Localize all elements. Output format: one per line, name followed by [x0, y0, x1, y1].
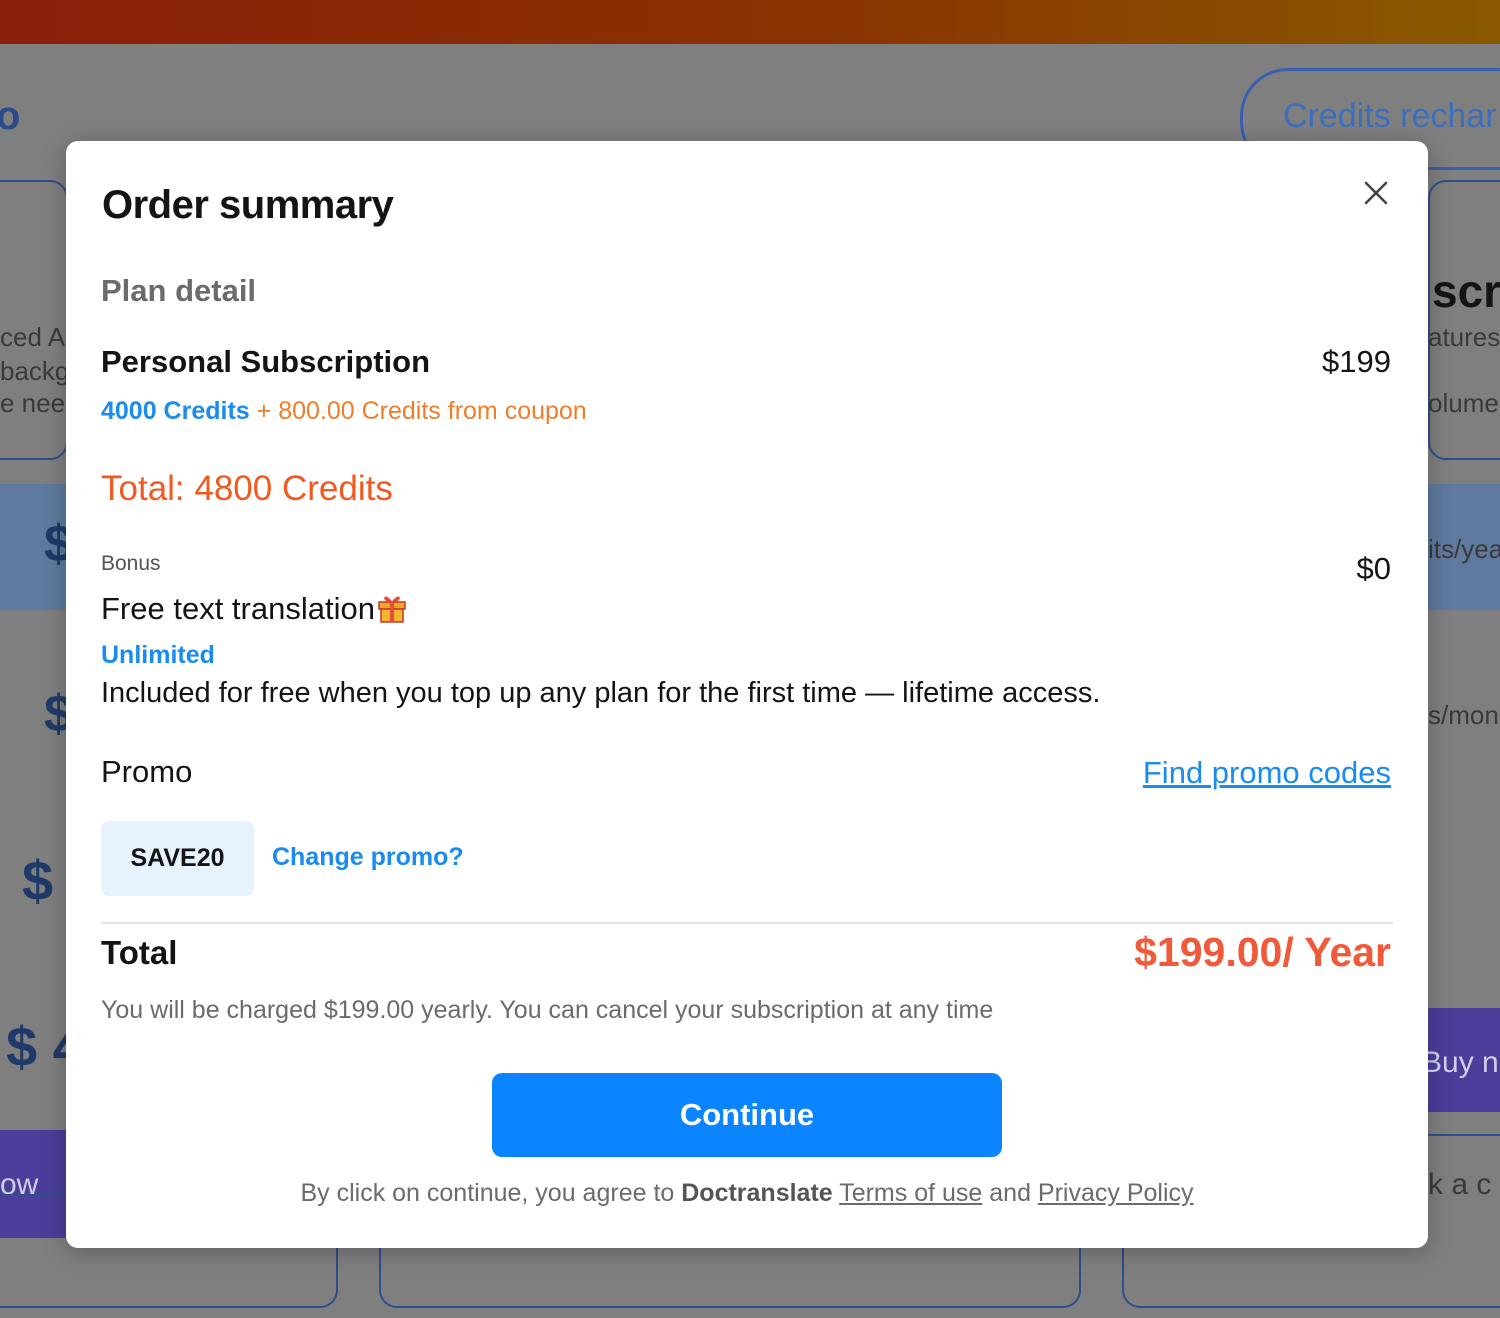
terms-of-use-link[interactable]: Terms of use: [839, 1179, 982, 1207]
promo-code-chip: SAVE20: [101, 821, 254, 896]
total-label: Total: [101, 934, 178, 971]
unlimited-label: Unlimited: [101, 641, 215, 669]
continue-button[interactable]: Continue: [492, 1073, 1002, 1157]
bg-fragment: Buy no: [1422, 1046, 1500, 1079]
top-banner: [0, 0, 1500, 44]
bg-fragment: $: [22, 849, 54, 912]
privacy-policy-link[interactable]: Privacy Policy: [1038, 1179, 1194, 1207]
bonus-label: Bonus: [101, 552, 161, 575]
order-summary-modal: Order summary Plan detail Personal Subsc…: [66, 141, 1428, 1248]
modal-title: Order summary: [102, 183, 394, 227]
bonus-name: Free text translation: [101, 591, 375, 626]
charge-note: You will be charged $199.00 yearly. You …: [101, 996, 994, 1024]
bonus-name-row: Free text translation: [101, 591, 407, 627]
bg-fragment: ced AI: [0, 322, 73, 352]
promo-code: SAVE20: [130, 844, 225, 872]
bg-fragment: its/yea: [1428, 534, 1500, 564]
bg-fragment: o: [0, 94, 21, 138]
bg-fragment: olume: [1428, 388, 1499, 418]
change-promo-link[interactable]: Change promo?: [272, 843, 464, 872]
agree-and: and: [982, 1179, 1038, 1207]
bg-fragment: scr: [1432, 265, 1500, 317]
credits-plus: +: [249, 397, 279, 425]
gift-icon: [378, 596, 406, 623]
bg-fragment: k a c: [1428, 1168, 1492, 1201]
plan-name: Personal Subscription: [101, 344, 431, 379]
agree-prefix: By click on continue, you agree to: [300, 1179, 682, 1207]
total-credits: Total: 4800 Credits: [101, 469, 393, 508]
bonus-description: Included for free when you top up any pl…: [101, 677, 1101, 709]
promo-label: Promo: [101, 754, 193, 789]
bg-fragment: atures,: [1428, 322, 1500, 352]
bg-fragment: s/mon: [1428, 700, 1499, 730]
plan-price: $199: [1322, 344, 1391, 379]
coupon-credits: 800.00 Credits from coupon: [278, 397, 587, 425]
close-icon[interactable]: [1362, 179, 1390, 207]
divider: [101, 922, 1393, 924]
find-promo-codes-link[interactable]: Find promo codes: [1143, 755, 1391, 791]
bonus-price: $0: [1356, 551, 1391, 586]
total-price: $199.00/ Year: [1134, 929, 1391, 975]
bg-fragment: backg: [0, 356, 70, 386]
brand-name: Doctranslate: [681, 1179, 833, 1207]
credits-line: 4000 Credits + 800.00 Credits from coupo…: [101, 397, 587, 426]
credits-recharge-label: Credits rechar: [1283, 97, 1497, 135]
plan-credits: 4000 Credits: [101, 397, 250, 425]
plan-detail-label: Plan detail: [101, 273, 257, 308]
terms-agreement: By click on continue, you agree to Doctr…: [66, 1179, 1428, 1208]
